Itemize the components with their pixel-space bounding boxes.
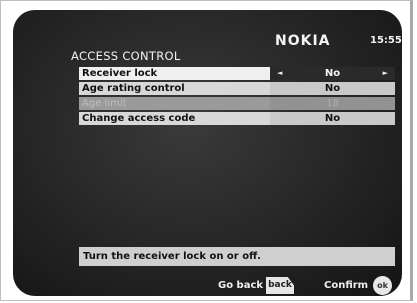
back-key-button[interactable]: back	[266, 277, 294, 294]
help-text-bar: Turn the receiver lock on or off.	[79, 247, 395, 266]
menu-item-value: No	[270, 112, 395, 125]
menu-item-age-rating-control[interactable]: Age rating control No	[79, 82, 395, 95]
menu-item-change-access-code[interactable]: Change access code No	[79, 112, 395, 125]
tv-screen-frame: ACCESS CONTROL NOKIA 15:55 Receiver lock…	[0, 0, 413, 301]
arrow-right-icon[interactable]: ►	[383, 67, 388, 80]
menu-item-label: Receiver lock	[79, 67, 270, 80]
menu-item-value: No	[270, 82, 395, 95]
arrow-left-icon[interactable]: ◄	[277, 67, 282, 80]
menu-item-value: No	[324, 68, 341, 79]
menu-item-label: Age rating control	[79, 82, 270, 95]
menu-item-label: Age limit	[79, 97, 270, 110]
brand-logo: NOKIA	[275, 33, 331, 49]
menu-item-value-selector[interactable]: ◄ No ►	[270, 67, 395, 80]
go-back-label: Go back	[218, 280, 264, 291]
menu-item-value: 18	[270, 97, 395, 110]
ok-key-button[interactable]: ok	[373, 276, 392, 295]
confirm-label: Confirm	[324, 280, 369, 291]
clock: 15:55	[370, 35, 402, 46]
tv-screen: ACCESS CONTROL NOKIA 15:55 Receiver lock…	[13, 10, 402, 296]
menu-item-receiver-lock[interactable]: Receiver lock ◄ No ►	[79, 67, 395, 80]
menu-item-age-limit: Age limit 18	[79, 97, 395, 110]
menu-item-label: Change access code	[79, 112, 270, 125]
page-title: ACCESS CONTROL	[71, 49, 181, 63]
